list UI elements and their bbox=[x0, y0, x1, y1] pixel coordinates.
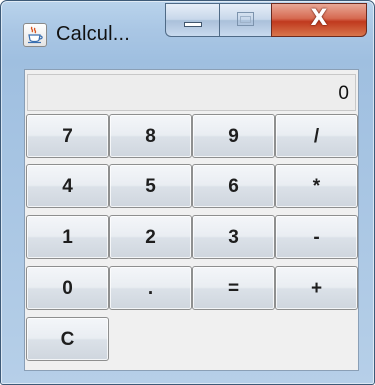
key-multiply[interactable]: * bbox=[275, 164, 358, 208]
minimize-icon bbox=[184, 22, 202, 27]
calculator-window: Calcul... X 0 7 8 9 / 4 5 6 * 1 2 3 - 0 … bbox=[0, 0, 375, 385]
maximize-button[interactable] bbox=[219, 3, 271, 37]
key-7[interactable]: 7 bbox=[26, 114, 109, 158]
window-title: Calcul... bbox=[56, 23, 131, 45]
key-3[interactable]: 3 bbox=[192, 215, 275, 259]
key-decimal[interactable]: . bbox=[109, 266, 192, 310]
close-icon: X bbox=[310, 6, 328, 31]
key-divide[interactable]: / bbox=[275, 114, 358, 158]
key-6[interactable]: 6 bbox=[192, 164, 275, 208]
close-button[interactable]: X bbox=[271, 3, 367, 37]
key-1[interactable]: 1 bbox=[26, 215, 109, 259]
key-9[interactable]: 9 bbox=[192, 114, 275, 158]
key-8[interactable]: 8 bbox=[109, 114, 192, 158]
key-4[interactable]: 4 bbox=[26, 164, 109, 208]
key-clear[interactable]: C bbox=[26, 317, 109, 361]
title-bar[interactable]: Calcul... X bbox=[1, 1, 374, 59]
java-coffee-cup-icon[interactable] bbox=[23, 23, 47, 47]
minimize-button[interactable] bbox=[165, 3, 219, 37]
key-0[interactable]: 0 bbox=[26, 266, 109, 310]
calculator-panel: 0 7 8 9 / 4 5 6 * 1 2 3 - 0 . = + C bbox=[24, 69, 359, 371]
key-equals[interactable]: = bbox=[192, 266, 275, 310]
key-add[interactable]: + bbox=[275, 266, 358, 310]
key-subtract[interactable]: - bbox=[275, 215, 358, 259]
key-2[interactable]: 2 bbox=[109, 215, 192, 259]
result-display: 0 bbox=[27, 74, 356, 111]
key-5[interactable]: 5 bbox=[109, 164, 192, 208]
maximize-icon bbox=[237, 12, 254, 26]
